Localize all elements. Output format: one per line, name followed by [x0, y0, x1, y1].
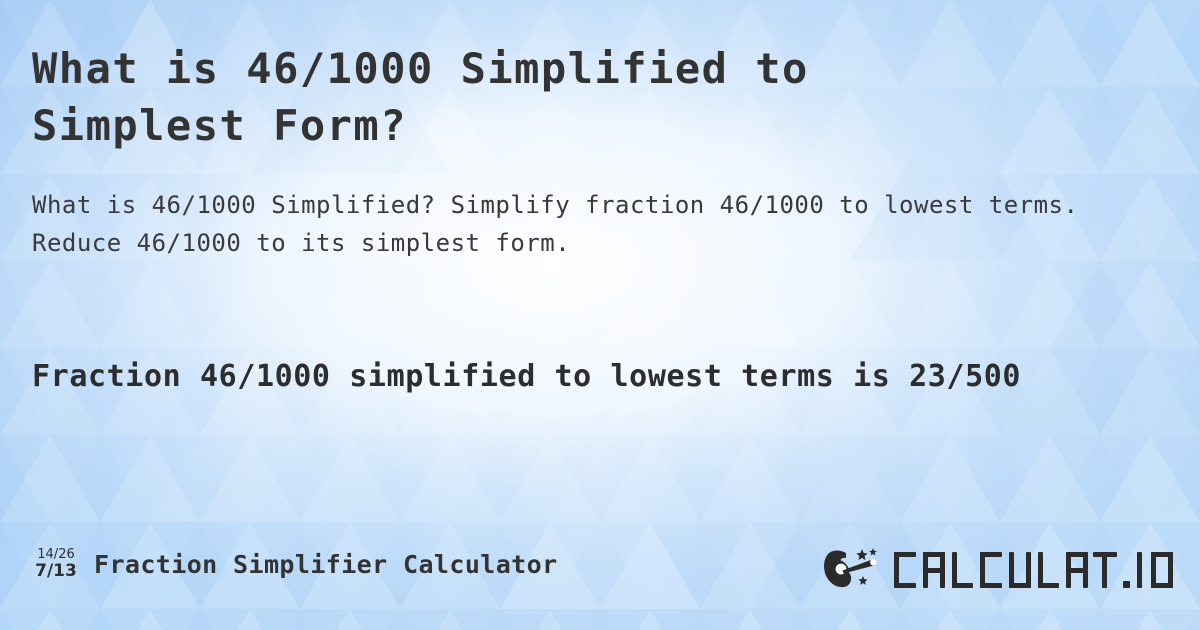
fraction-icon-top-value: 14/26 [37, 547, 75, 562]
footer-bar: 14/26 7/13 Fraction Simplifier Calculato… [0, 540, 1200, 630]
calculatio-wordmark [892, 550, 1178, 592]
footer-brand: 14/26 7/13 Fraction Simplifier Calculato… [32, 548, 558, 580]
page-description: What is 46/1000 Simplified? Simplify fra… [32, 191, 1079, 257]
hand-holding-magic-wand-icon [822, 546, 884, 596]
fraction-reduction-icon: 14/26 7/13 [32, 548, 80, 580]
calculatio-logo[interactable]: CALCULAT.IO [822, 546, 1178, 596]
result-statement: Fraction 46/1000 simplified to lowest te… [32, 359, 1022, 394]
page-title: What is 46/1000 Simplified to Simplest F… [32, 44, 809, 150]
footer-calculator-title: Fraction Simplifier Calculator [94, 549, 558, 579]
card-content: What is 46/1000 Simplified to Simplest F… [0, 0, 1200, 630]
fraction-icon-bottom-value: 7/13 [35, 561, 77, 581]
